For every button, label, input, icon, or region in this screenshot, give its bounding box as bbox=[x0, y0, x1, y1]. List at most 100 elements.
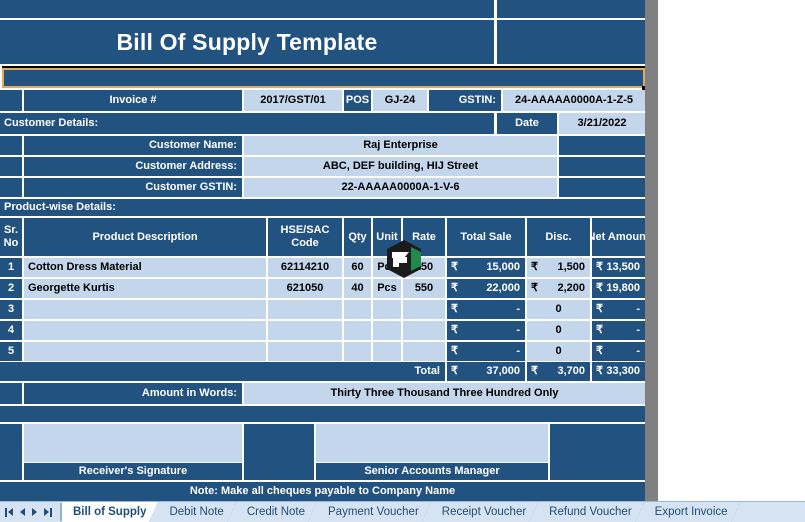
cell-disc[interactable]: ₹1,500 bbox=[527, 258, 590, 277]
currency-symbol: ₹ bbox=[596, 324, 603, 336]
cell-qty[interactable] bbox=[344, 300, 371, 319]
sheet-tab-export-invoice[interactable]: Export Invoice bbox=[643, 502, 740, 522]
cell-total_sale[interactable]: ₹ - bbox=[447, 342, 525, 361]
col-header-disc: Disc. bbox=[527, 218, 590, 256]
signature-band-right bbox=[550, 424, 645, 480]
cell-rate[interactable]: 550 bbox=[403, 279, 445, 298]
cell-unit[interactable]: Pcs bbox=[373, 279, 401, 298]
cell-sr[interactable]: 3 bbox=[0, 300, 22, 319]
row-gutter-cust-address bbox=[0, 157, 22, 176]
currency-symbol: ₹ bbox=[451, 303, 458, 315]
cell-disc[interactable]: 0 bbox=[527, 300, 590, 319]
cell-total_sale[interactable]: ₹ - bbox=[447, 300, 525, 319]
sheet-tab-label: Receipt Voucher bbox=[441, 506, 527, 518]
cell-disc[interactable]: ₹2,200 bbox=[527, 279, 590, 298]
cust-band-right-1 bbox=[559, 136, 645, 155]
cell-net_amount-value: 19,800 bbox=[606, 282, 640, 294]
active-cell-selection[interactable] bbox=[2, 66, 645, 88]
document-title-cell[interactable]: Bill Of Supply Template bbox=[0, 20, 494, 64]
cell-qty[interactable]: 40 bbox=[344, 279, 371, 298]
sheet-tab-refund-voucher[interactable]: Refund Voucher bbox=[538, 502, 645, 522]
cell-total_sale-value: 22,000 bbox=[486, 282, 520, 294]
amount-in-words-value[interactable]: Thirty Three Thousand Three Hundred Only bbox=[244, 383, 645, 404]
title-band-right[interactable] bbox=[497, 20, 645, 64]
cell-description[interactable]: Georgette Kurtis bbox=[24, 279, 266, 298]
currency-symbol: ₹ bbox=[596, 282, 603, 294]
sheet-tabs[interactable]: Bill of Supply Debit Note Credit Note Payme… bbox=[62, 502, 740, 522]
cell-net_amount[interactable]: ₹ - bbox=[592, 342, 645, 361]
cell-rate[interactable] bbox=[403, 321, 445, 340]
cell-total_sale-value: 15,000 bbox=[486, 261, 520, 273]
row-gutter-invoice bbox=[0, 90, 22, 111]
cell-net_amount-value: - bbox=[636, 345, 640, 357]
cell-disc[interactable]: 0 bbox=[527, 321, 590, 340]
sheet-tab-payment-voucher[interactable]: Payment Voucher bbox=[317, 502, 431, 522]
currency-symbol: ₹ bbox=[596, 303, 603, 315]
cell-disc-value: 2,200 bbox=[557, 282, 585, 294]
cell-sr[interactable]: 1 bbox=[0, 258, 22, 277]
excel-worksheet-window: Bill Of Supply Template Invoice # 2017/G… bbox=[0, 0, 805, 522]
spreadsheet-canvas[interactable]: Bill Of Supply Template Invoice # 2017/G… bbox=[0, 0, 647, 501]
cell-rate[interactable] bbox=[403, 342, 445, 361]
senior-accounts-signature-box[interactable] bbox=[316, 424, 548, 462]
cell-description[interactable]: Cotton Dress Material bbox=[24, 258, 266, 277]
customer-address-value[interactable]: ABC, DEF building, HIJ Street bbox=[244, 157, 557, 176]
top-band-left[interactable] bbox=[0, 0, 494, 18]
cell-hsn[interactable] bbox=[268, 300, 342, 319]
sheet-tab-label: Payment Voucher bbox=[328, 506, 419, 518]
cell-sr[interactable]: 4 bbox=[0, 321, 22, 340]
cell-total_sale[interactable]: ₹15,000 bbox=[447, 258, 525, 277]
last-sheet-icon[interactable] bbox=[44, 507, 52, 517]
cell-sr[interactable]: 5 bbox=[0, 342, 22, 361]
sheet-tab-label: Bill of Supply bbox=[73, 506, 147, 518]
pos-value[interactable]: GJ-24 bbox=[373, 90, 427, 111]
first-sheet-icon[interactable] bbox=[5, 507, 13, 517]
customer-name-value[interactable]: Raj Enterprise bbox=[244, 136, 557, 155]
cell-unit[interactable] bbox=[373, 321, 401, 340]
cell-sr[interactable]: 2 bbox=[0, 279, 22, 298]
cell-rate[interactable] bbox=[403, 300, 445, 319]
cell-net_amount[interactable]: ₹13,500 bbox=[592, 258, 645, 277]
gstin-value[interactable]: 24-AAAAA0000A-1-Z-5 bbox=[503, 90, 645, 111]
receiver-signature-box[interactable] bbox=[24, 424, 242, 462]
cell-hsn[interactable]: 62114210 bbox=[268, 258, 342, 277]
sheet-tab-bar[interactable]: Bill of Supply Debit Note Credit Note Payme… bbox=[0, 501, 805, 522]
prev-sheet-icon[interactable] bbox=[20, 508, 25, 516]
cell-disc[interactable]: 0 bbox=[527, 342, 590, 361]
cell-net_amount-value: 13,500 bbox=[606, 261, 640, 273]
cell-total_sale[interactable]: ₹22,000 bbox=[447, 279, 525, 298]
cell-description[interactable] bbox=[24, 300, 266, 319]
customer-details-section-label: Customer Details: bbox=[0, 113, 494, 134]
date-value[interactable]: 3/21/2022 bbox=[559, 113, 645, 134]
cell-qty[interactable] bbox=[344, 342, 371, 361]
cell-unit[interactable] bbox=[373, 342, 401, 361]
cell-net_amount[interactable]: ₹19,800 bbox=[592, 279, 645, 298]
cell-qty[interactable] bbox=[344, 321, 371, 340]
cell-unit[interactable] bbox=[373, 300, 401, 319]
pos-label: POS bbox=[344, 90, 371, 111]
cell-hsn[interactable] bbox=[268, 342, 342, 361]
total-row-label: Total bbox=[0, 362, 445, 381]
date-label: Date bbox=[497, 113, 557, 134]
cell-hsn[interactable] bbox=[268, 321, 342, 340]
cell-qty[interactable]: 60 bbox=[344, 258, 371, 277]
col-header-hsn-line2: Code bbox=[291, 237, 319, 249]
top-band-right[interactable] bbox=[497, 0, 645, 18]
sheet-tab-bill-of-supply[interactable]: Bill of Supply bbox=[62, 502, 159, 522]
cell-net_amount[interactable]: ₹ - bbox=[592, 300, 645, 319]
sheet-nav-buttons[interactable] bbox=[2, 502, 63, 522]
next-sheet-icon[interactable] bbox=[32, 508, 37, 516]
sheet-tab-debit-note[interactable]: Debit Note bbox=[158, 502, 237, 522]
cell-description[interactable] bbox=[24, 321, 266, 340]
sheet-tab-receipt-voucher[interactable]: Receipt Voucher bbox=[430, 502, 539, 522]
customer-gstin-value[interactable]: 22-AAAAA0000A-1-V-6 bbox=[244, 178, 557, 197]
invoice-number-value[interactable]: 2017/GST/01 bbox=[244, 90, 342, 111]
cell-total_sale[interactable]: ₹ - bbox=[447, 321, 525, 340]
gstin-label: GSTIN: bbox=[429, 90, 501, 111]
cell-net_amount[interactable]: ₹ - bbox=[592, 321, 645, 340]
product-details-section-label: Product-wise Details: bbox=[0, 199, 645, 216]
cell-description[interactable] bbox=[24, 342, 266, 361]
currency-symbol: ₹ bbox=[531, 282, 538, 294]
sheet-tab-credit-note[interactable]: Credit Note bbox=[235, 502, 318, 522]
cell-hsn[interactable]: 621050 bbox=[268, 279, 342, 298]
